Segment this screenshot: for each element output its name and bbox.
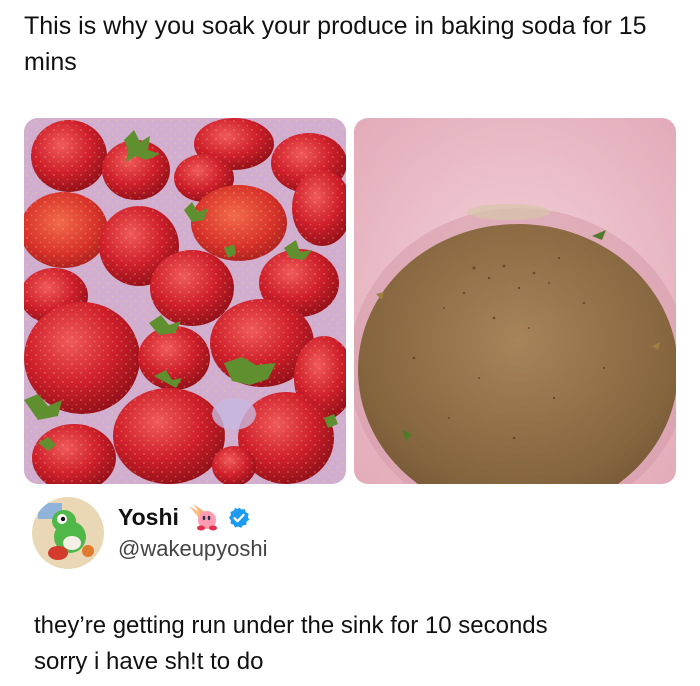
tweet-text-line-1: they’re getting run under the sink for 1… (34, 612, 548, 639)
display-name[interactable]: Yoshi (118, 504, 179, 531)
post-title: This is why you soak your produce in bak… (24, 12, 647, 76)
tweet-text-line-2: sorry i have sh!t to do (34, 648, 264, 675)
kirby-emoji-icon (187, 502, 219, 532)
tweet-text: they’re getting run under the sink for 1… (34, 608, 684, 680)
user-handle[interactable]: @wakeupyoshi (118, 536, 268, 562)
avatar[interactable] (32, 497, 104, 569)
strawberries-image[interactable] (24, 118, 346, 484)
verified-badge-icon (227, 506, 251, 530)
dirty-water-image[interactable] (354, 118, 676, 484)
